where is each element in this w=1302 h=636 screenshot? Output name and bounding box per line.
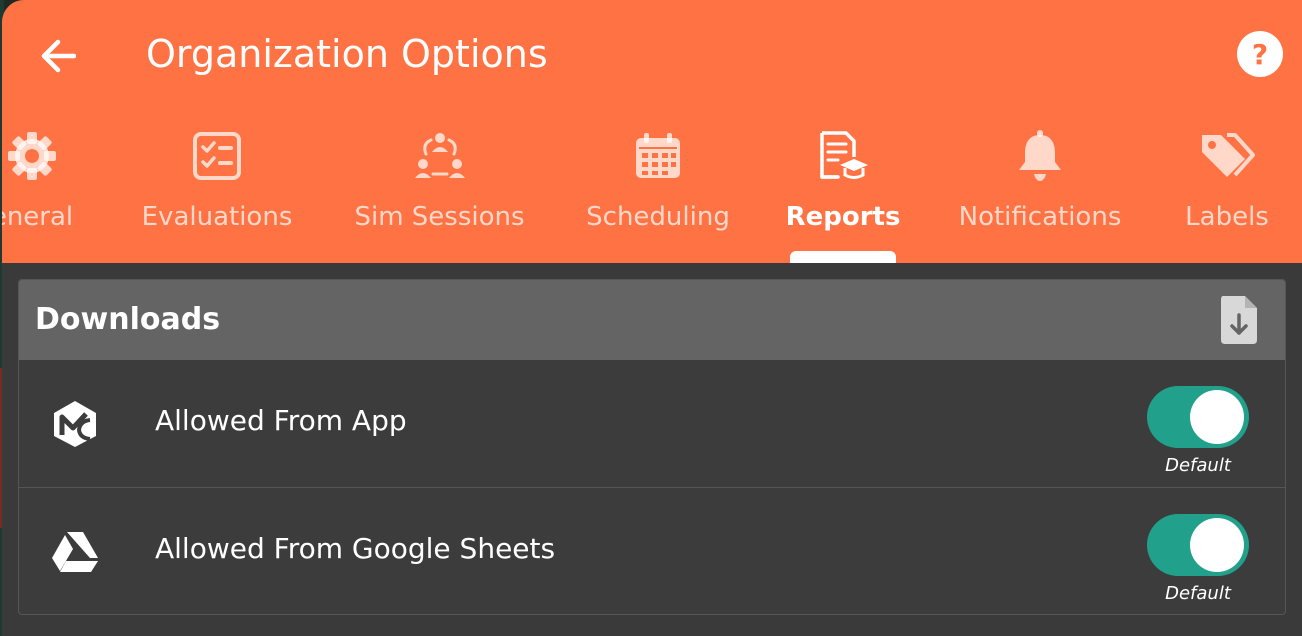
tab-label: eneral (2, 202, 74, 232)
download-button[interactable] (1219, 294, 1259, 346)
tab-notifications[interactable]: Notifications (952, 128, 1128, 263)
tab-label: Notifications (958, 202, 1122, 232)
list-item: Allowed From App Default (19, 360, 1285, 488)
app-logo-icon (49, 398, 101, 450)
page-title: Organization Options (146, 32, 548, 76)
allowed-from-google-sheets-toggle[interactable] (1147, 514, 1249, 576)
default-label: Default (1165, 455, 1231, 476)
report-graduation-icon (815, 128, 871, 184)
allowed-from-app-toggle[interactable] (1147, 386, 1249, 448)
tab-sim-sessions[interactable]: Sim Sessions (347, 128, 532, 263)
header: Organization Options ? neral Evaluations… (2, 0, 1302, 263)
card-header: Downloads (19, 280, 1285, 360)
tab-label: Labels (1185, 202, 1269, 232)
team-icon (412, 128, 468, 184)
downloads-card: Downloads Allowed From App Default Allow… (18, 279, 1286, 615)
file-download-icon (1221, 296, 1257, 344)
google-drive-icon (49, 526, 101, 578)
arrow-left-icon (41, 39, 76, 73)
tab-scheduling[interactable]: Scheduling (580, 128, 736, 263)
toggle-knob (1190, 518, 1244, 572)
bell-icon (1012, 128, 1068, 184)
tab-label: Scheduling (586, 202, 730, 232)
tab-evaluations[interactable]: Evaluations (132, 128, 302, 263)
gear-icon (4, 128, 60, 184)
tab-labels[interactable]: Labels (1172, 128, 1282, 263)
tags-icon (1199, 128, 1255, 184)
calendar-icon (630, 128, 686, 184)
organization-options-panel: Organization Options ? neral Evaluations… (2, 0, 1302, 636)
checklist-icon (189, 128, 245, 184)
default-label: Default (1165, 583, 1231, 604)
row-label: Allowed From Google Sheets (155, 532, 556, 565)
active-tab-indicator (790, 251, 896, 263)
tab-label: Sim Sessions (354, 202, 525, 232)
tab-label: Evaluations (141, 202, 293, 232)
tab-reports[interactable]: Reports (781, 128, 905, 263)
toggle-knob (1190, 390, 1244, 444)
tab-label: Reports (785, 202, 901, 232)
list-item: Allowed From Google Sheets Default (19, 488, 1285, 614)
back-button[interactable] (38, 36, 78, 76)
card-title: Downloads (35, 302, 221, 337)
help-button[interactable]: ? (1237, 31, 1283, 77)
tab-general[interactable]: eneral (2, 128, 122, 263)
row-label: Allowed From App (155, 404, 407, 437)
